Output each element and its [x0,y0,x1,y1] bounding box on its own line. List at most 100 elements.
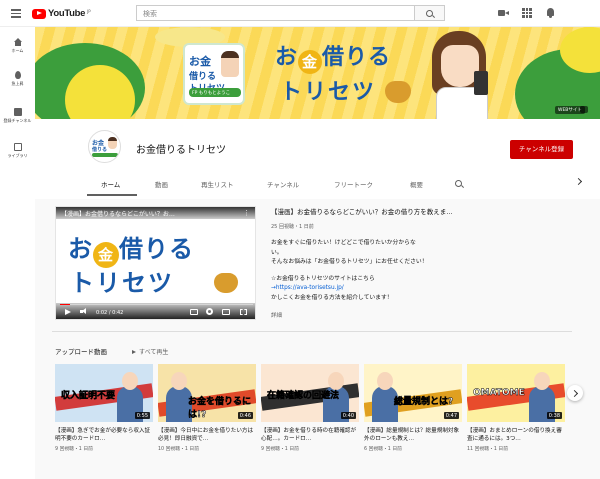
subscribe-button[interactable]: チャンネル登録 [510,140,573,159]
featured-video-player[interactable]: お金借りる トリセツ 【漫画】お金借りるならどこがいい？お… ⋮ 0:02 / … [55,206,256,320]
sidebar: ホーム 急上昇 登録チャンネル ライブラリ [0,27,35,479]
featured-video-description: お金をすぐに借りたい！けどどこで借りたいか分からな い。 そんなお悩みは「お金借… [271,239,491,303]
sidebar-item-label: ライブラリ [7,153,28,158]
notifications-bell-icon[interactable] [545,8,556,18]
tab-channels[interactable]: チャンネル [267,179,299,189]
tab-videos[interactable]: 動画 [155,179,168,189]
player-title-overlay[interactable]: 【漫画】お金借りるならどこがいい？お… [56,207,255,219]
banner-title-part: お [275,45,299,70]
video-thumbnail[interactable]: お金を借りるには!? 0:46 [158,364,256,422]
featured-video-meta: 25 回視聴・1 日前 [271,224,314,230]
video-thumbnail[interactable]: OMATOME 0:38 [467,364,565,422]
video-card[interactable]: OMATOME 0:38 【漫画】おまとめローンの借り換え審査に通るには。3つ…… [467,364,565,452]
money-bag-icon [214,273,238,293]
shelf-next-arrow-icon[interactable] [567,385,583,401]
apps-grid-icon[interactable] [522,8,532,18]
social-link-icon[interactable] [580,106,588,113]
sidebar-item-subscriptions[interactable]: 登録チャンネル [0,108,35,124]
region-code: JP [87,8,91,14]
video-meta: 10 回視聴・1 日前 [158,447,199,452]
video-meta: 9 回視聴・1 日前 [261,447,299,452]
menu-icon[interactable] [11,9,21,18]
thumbnail-caption: OMATOME [473,388,525,399]
youtube-wordmark: YouTube [48,8,86,19]
progress-bar[interactable] [60,303,253,305]
tab-home[interactable]: ホーム [101,179,120,189]
trending-icon [14,71,21,79]
sidebar-item-home[interactable]: ホーム [0,38,35,54]
thumbnail-title-part: お [68,235,93,263]
tab-playlists[interactable]: 再生リスト [201,179,234,189]
phone-icon [474,71,488,95]
video-meta: 11 回視聴・1 日前 [467,447,508,452]
sidebar-item-trending[interactable]: 急上昇 [0,71,35,87]
description-line: お金をすぐに借りたい！けどどこで借りたいか分からな [271,240,416,246]
tab-about[interactable]: 概要 [410,179,423,189]
channel-avatar[interactable]: お金 借りる [88,130,121,163]
money-bag-icon [385,81,411,103]
sidebar-item-library[interactable]: ライブラリ [0,143,35,159]
banner-logo-strip: FP もりもとようこ [189,88,241,97]
search-input[interactable]: 検索 [136,5,415,21]
character-face-icon [108,137,117,149]
channel-banner: お金 借りる トリセツ FP もりもとようこ お金借りる トリセツ WEBサイト [35,27,600,119]
fullscreen-icon[interactable] [240,309,247,315]
youtube-play-icon [32,8,46,19]
description-line: い。 [271,249,283,256]
search-button[interactable] [415,5,445,21]
featured-video-title[interactable]: 【漫画】お金借りるならどこがいい？お金の借り方を教えま… [271,206,571,216]
video-thumbnail[interactable]: 収入証明不要 0:55 [55,364,153,422]
settings-gear-icon[interactable] [206,308,213,315]
youtube-logo[interactable]: YouTube JP [32,8,91,19]
channel-search-icon[interactable] [455,180,462,187]
subtitles-icon[interactable] [190,309,198,315]
video-card[interactable]: 総量規制とは? 0:47 【漫画】総量規制とは？総量規制対象外のローンも教え… … [364,364,462,452]
progress-fill [60,303,70,305]
description-line: ☆お金借りるトリセツのサイトはこちら [271,275,375,282]
thumbnail-title-part: 借りる [119,235,194,263]
video-card[interactable]: お金を借りるには!? 0:46 【漫画】今日中にお金を借りたい方は必見！即日融資… [158,364,256,452]
avatar-line2: 借りる [92,147,108,153]
character-face-icon [171,372,187,390]
play-all-button[interactable]: すべて再生 [132,347,168,356]
woman-illustration [432,31,490,119]
video-thumbnail[interactable]: 総量規制とは? 0:47 [364,364,462,422]
top-bar: YouTube JP 検索 [0,0,600,27]
video-duration: 0:55 [134,412,150,419]
miniplayer-icon[interactable] [222,309,230,315]
volume-icon[interactable] [80,308,87,315]
play-all-icon [132,350,136,354]
banner-title-part: 借りる [322,45,392,70]
tabs-scroll-right-icon[interactable] [574,177,583,186]
character-face-icon [377,372,393,390]
video-thumbnail[interactable]: 在籍確認の回避法 0:40 [261,364,359,422]
player-title: 【漫画】お金借りるならどこがいい？お… [61,211,175,218]
banner-title: お金借りる [275,39,391,74]
sidebar-item-label: 急上昇 [11,81,24,86]
video-meta: 9 回視聴・1 日前 [55,447,93,452]
description-line: かしこくお金を借りる方法を紹介しています！ [271,294,393,301]
read-more-link[interactable]: 詳細 [271,311,282,319]
video-title[interactable]: 【漫画】総量規制とは？総量規制対象外のローンも教え… [364,427,462,443]
video-title[interactable]: 【漫画】今日中にお金を借りたい方は必見！即日融資で… [158,427,256,443]
video-title[interactable]: 【漫画】急ぎでお金が必要なら収入証明不要のカードロ… [55,427,153,443]
video-title[interactable]: 【漫画】おまとめローンの借り換え審査に通るには。3つ… [467,427,565,443]
more-options-icon[interactable]: ⋮ [243,209,250,217]
coin-icon: 金 [298,50,323,74]
description-link[interactable]: →https://ava-torisetsu.jp/ [271,284,491,294]
home-icon [13,38,22,46]
create-video-icon[interactable] [498,8,509,18]
section-divider [52,331,572,332]
uploads-heading[interactable]: アップロード動画 [55,346,107,356]
video-card[interactable]: 在籍確認の回避法 0:40 【漫画】お金を借りる時の在籍確認が心配…。カードロ…… [261,364,359,452]
tab-free-talk[interactable]: フリートーク [334,179,373,189]
character-face-icon [122,372,138,390]
video-card[interactable]: 収入証明不要 0:55 【漫画】急ぎでお金が必要なら収入証明不要のカードロ… 9… [55,364,153,452]
play-icon[interactable] [65,309,71,315]
video-title[interactable]: 【漫画】お金を借りる時の在籍確認が心配…。カードロ… [261,427,359,443]
library-icon [13,143,22,151]
video-meta: 6 回視聴・1 日前 [364,447,402,452]
banner-subtitle: トリセツ [280,80,377,105]
video-duration: 0:38 [546,412,562,419]
sidebar-item-label: ホーム [11,48,24,53]
